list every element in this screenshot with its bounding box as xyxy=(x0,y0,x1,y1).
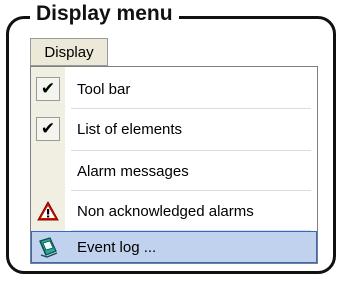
event-log-book-icon xyxy=(39,237,58,258)
menu-item-alarm-messages[interactable]: Alarm messages xyxy=(31,153,317,189)
menu-item-label: Event log ... xyxy=(77,238,157,256)
menu-item-tool-bar[interactable]: ✔ Tool bar xyxy=(31,71,317,107)
menu-item-label: Alarm messages xyxy=(77,162,189,180)
menu-item-label: List of elements xyxy=(77,120,183,138)
menu-item-label: Tool bar xyxy=(77,80,131,98)
display-dropdown-menu: ✔ Tool bar ✔ List of elements Alarm mess… xyxy=(30,66,318,264)
checkmark-icon: ✔ xyxy=(36,77,60,101)
warning-icon xyxy=(37,201,59,221)
menu-item-label: Non acknowledged alarms xyxy=(77,202,254,220)
menu-separator xyxy=(71,108,311,109)
checkmark-icon: ✔ xyxy=(36,117,60,141)
menu-item-event-log[interactable]: Event log ... xyxy=(31,231,317,263)
list-of-elements-check-cell: ✔ xyxy=(31,111,65,147)
frame-title: Display menu xyxy=(30,1,179,27)
menu-item-list-of-elements[interactable]: ✔ List of elements xyxy=(31,111,317,147)
tool-bar-check-cell: ✔ xyxy=(31,71,65,107)
menu-separator xyxy=(71,150,311,151)
menu-item-non-acknowledged-alarms[interactable]: Non acknowledged alarms xyxy=(31,193,317,229)
display-menu-button[interactable]: Display xyxy=(30,38,108,66)
menu-separator xyxy=(71,190,311,191)
